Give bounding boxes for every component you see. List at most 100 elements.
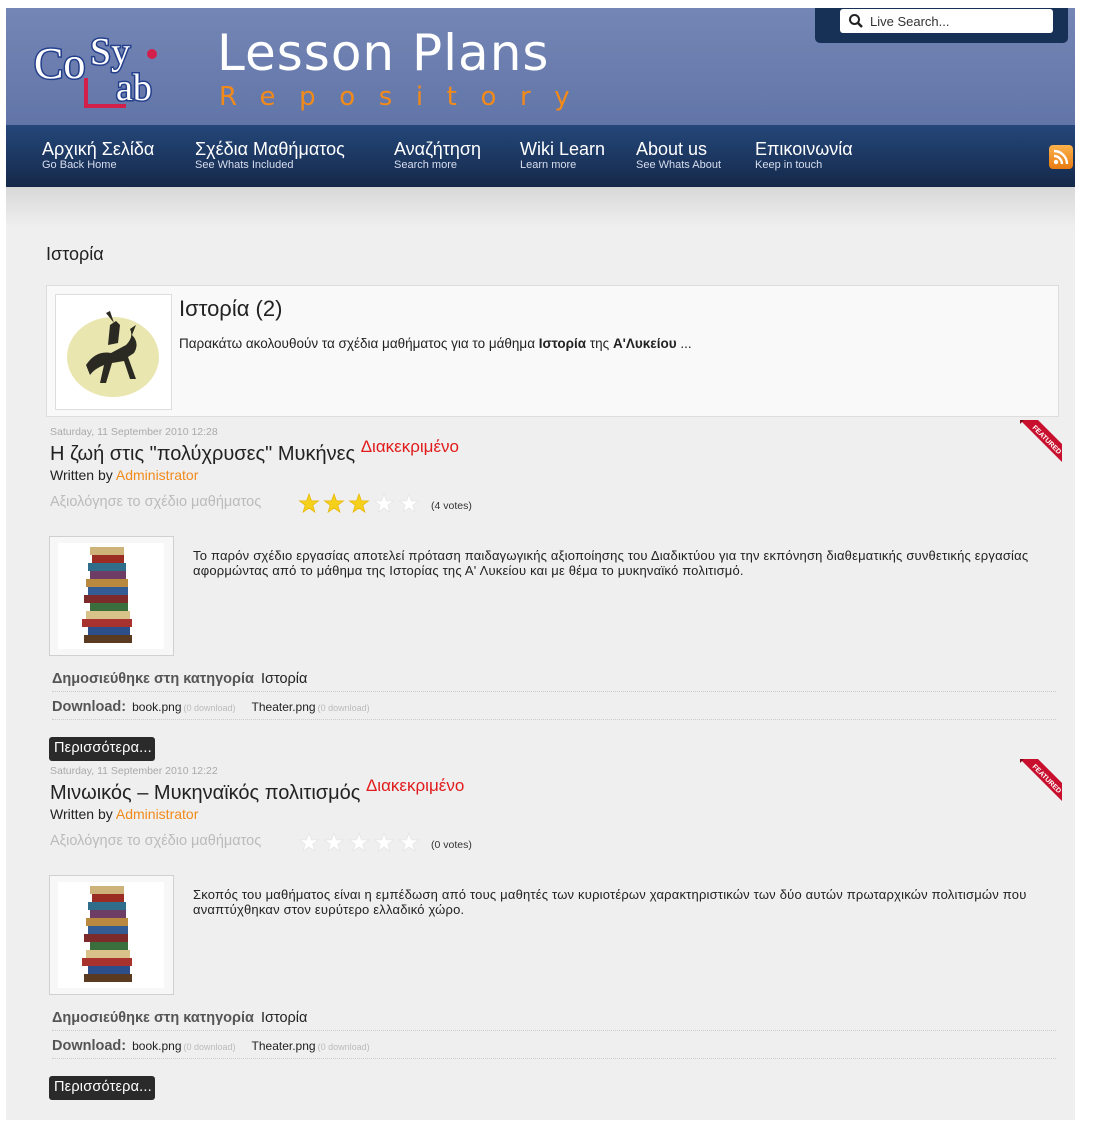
- category-title: Ιστορία (2): [179, 296, 283, 321]
- author-link[interactable]: Administrator: [116, 806, 198, 822]
- article-thumbnail[interactable]: [49, 875, 174, 995]
- nav-sublabel: Learn more: [520, 159, 577, 171]
- cosylab-logo[interactable]: Co Sy ab: [30, 22, 180, 122]
- rating-stars[interactable]: [298, 831, 426, 854]
- star-icon[interactable]: [323, 492, 345, 514]
- nav-label: Σχέδια Μαθήματος: [195, 139, 345, 159]
- article-downloads: Download: book.png (0 download) Theater.png…: [52, 699, 1056, 720]
- nav-item-lesson-plans[interactable]: Σχέδια Μαθήματος See Whats Included: [195, 139, 345, 171]
- page-title: Ιστορία: [46, 244, 104, 264]
- featured-ribbon-icon: FEATURED: [1020, 759, 1062, 801]
- nav-sublabel: Search more: [394, 159, 457, 171]
- download-count: (0 download): [317, 1042, 370, 1052]
- desc-text: ...: [676, 336, 692, 351]
- article-date: Saturday, 11 September 2010 12:22: [50, 765, 218, 777]
- svg-text:ab: ab: [116, 67, 152, 109]
- book-stack-image: [58, 543, 164, 649]
- live-search-box: [815, 8, 1068, 43]
- vote-count: (4 votes): [431, 500, 472, 512]
- rating-label: Αξιολόγησε το σχέδιο μαθήματος: [50, 494, 262, 510]
- star-icon[interactable]: [323, 831, 345, 853]
- desc-text: Παρακάτω ακολουθούν τα σχέδια μαθήματος …: [179, 336, 539, 351]
- nav-sublabel: Keep in touch: [755, 159, 823, 171]
- category-text: Παρακάτω ακολουθούν τα σχέδια μαθήματος …: [179, 336, 692, 351]
- category-value: Ιστορία: [260, 1010, 308, 1026]
- featured-label: Διακεκριμένο: [365, 776, 465, 795]
- rss-icon[interactable]: [1049, 145, 1073, 169]
- main-nav: Αρχική Σελίδα Go Back Home Σχέδια Μαθήμα…: [6, 125, 1075, 187]
- star-icon[interactable]: [298, 831, 320, 853]
- search-field[interactable]: [840, 9, 1053, 33]
- article-title-text[interactable]: Η ζωή στις "πολύχρυσες" Μυκήνες: [50, 443, 355, 465]
- nav-sublabel: See Whats About: [636, 159, 721, 171]
- category-label: Δημοσιεύθηκε στη κατηγορία: [52, 1010, 254, 1026]
- star-icon[interactable]: [348, 492, 370, 514]
- nav-shadow: [6, 187, 1075, 227]
- star-icon[interactable]: [373, 492, 395, 514]
- site-subtitle: Repository: [219, 82, 594, 112]
- article-item: Saturday, 11 September 2010 12:28 Η ζωή …: [48, 420, 1062, 766]
- read-more-button[interactable]: Περισσότερα...: [49, 737, 155, 761]
- download-count: (0 download): [183, 1042, 236, 1052]
- nav-label: Επικοινωνία: [755, 139, 853, 159]
- star-icon[interactable]: [348, 831, 370, 853]
- author-link[interactable]: Administrator: [116, 467, 198, 483]
- article-category: Δημοσιεύθηκε στη κατηγορία Ιστορία: [52, 1010, 1056, 1031]
- star-icon[interactable]: [298, 492, 320, 514]
- category-image: [55, 294, 172, 410]
- vote-count: (0 votes): [431, 839, 472, 851]
- desc-grade: Α'Λυκείου: [612, 336, 677, 351]
- article-date: Saturday, 11 September 2010 12:28: [50, 426, 218, 438]
- article-author: Written by Administrator: [50, 467, 198, 483]
- article-title-text[interactable]: Μινωικός – Μυκηναϊκός πολιτισμός: [50, 782, 360, 804]
- written-by-label: Written by: [50, 806, 113, 822]
- read-more-button[interactable]: Περισσότερα...: [49, 1076, 155, 1100]
- article-title[interactable]: Μινωικός – Μυκηναϊκός πολιτισμός Διακεκρ…: [50, 776, 464, 805]
- nav-item-contact[interactable]: Επικοινωνία Keep in touch: [755, 139, 853, 171]
- download-label: Download:: [52, 1038, 127, 1054]
- rating-label: Αξιολόγησε το σχέδιο μαθήματος: [50, 833, 262, 849]
- horseman-statue-image: [67, 311, 159, 397]
- written-by-label: Written by: [50, 467, 113, 483]
- article-intro: Το παρόν σχέδιο εργασίας αποτελεί πρότασ…: [193, 548, 1029, 578]
- desc-text: της: [586, 336, 613, 351]
- article-author: Written by Administrator: [50, 806, 198, 822]
- download-label: Download:: [52, 699, 127, 715]
- download-count: (0 download): [317, 703, 370, 713]
- star-icon[interactable]: [398, 492, 420, 514]
- download-file-link[interactable]: Theater.png: [252, 700, 316, 714]
- nav-label: Wiki Learn: [520, 139, 606, 159]
- desc-subject: Ιστορία: [538, 336, 587, 351]
- article-thumbnail[interactable]: [49, 536, 174, 656]
- category-description: Ιστορία (2) Παρακάτω ακολουθούν τα σχέδι…: [46, 285, 1059, 417]
- article-title[interactable]: Η ζωή στις "πολύχρυσες" Μυκήνες Διακεκρι…: [50, 437, 459, 466]
- rating-stars[interactable]: [298, 492, 426, 515]
- nav-label: Αρχική Σελίδα: [42, 139, 155, 159]
- article-intro: Σκοπός του μαθήματος είναι η εμπέδωση απ…: [193, 887, 1027, 917]
- search-icon: [849, 14, 863, 28]
- svg-text:Co: Co: [34, 39, 85, 88]
- featured-label: Διακεκριμένο: [360, 437, 460, 456]
- article-downloads: Download: book.png (0 download) Theater.png…: [52, 1038, 1056, 1059]
- category-value: Ιστορία: [260, 671, 308, 687]
- nav-item-about[interactable]: About us See Whats About: [636, 139, 721, 171]
- nav-label: About us: [636, 139, 708, 159]
- nav-item-search[interactable]: Αναζήτηση Search more: [394, 139, 481, 171]
- nav-item-wiki-learn[interactable]: Wiki Learn Learn more: [520, 139, 605, 171]
- star-icon[interactable]: [373, 831, 395, 853]
- nav-label: Αναζήτηση: [394, 139, 481, 159]
- nav-item-home[interactable]: Αρχική Σελίδα Go Back Home: [42, 139, 154, 171]
- search-input[interactable]: [870, 12, 1045, 30]
- site-title: Lesson Plans: [217, 24, 550, 82]
- article-category: Δημοσιεύθηκε στη κατηγορία Ιστορία: [52, 671, 1056, 692]
- download-file-link[interactable]: Theater.png: [252, 1039, 316, 1053]
- download-file-link[interactable]: book.png: [132, 1039, 181, 1053]
- article-item: Saturday, 11 September 2010 12:22 Μινωικ…: [48, 759, 1062, 1105]
- nav-sublabel: See Whats Included: [195, 159, 294, 171]
- book-stack-image: [58, 882, 164, 988]
- nav-sublabel: Go Back Home: [42, 159, 117, 171]
- category-label: Δημοσιεύθηκε στη κατηγορία: [52, 671, 254, 687]
- download-file-link[interactable]: book.png: [132, 700, 181, 714]
- featured-ribbon-icon: FEATURED: [1020, 420, 1062, 462]
- star-icon[interactable]: [398, 831, 420, 853]
